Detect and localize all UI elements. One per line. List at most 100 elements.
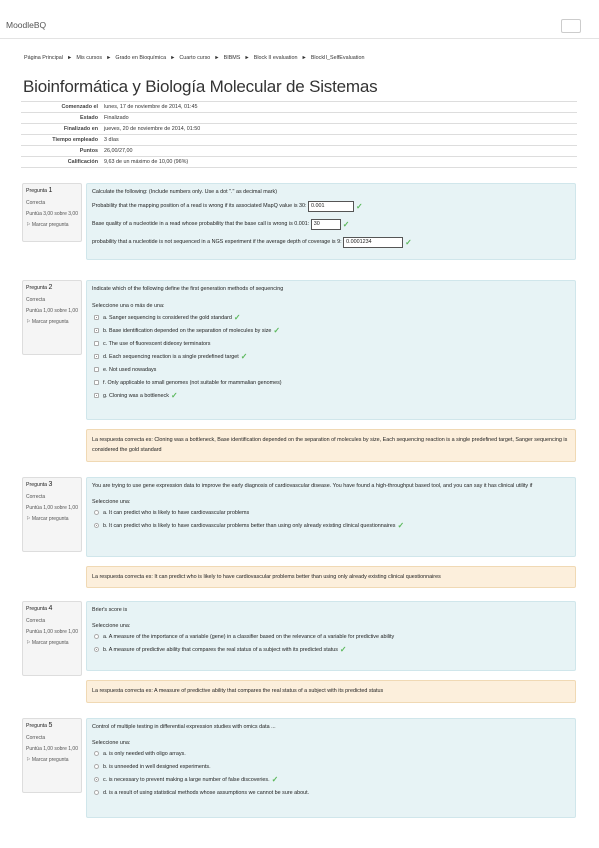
summary-row: Calificación 9,63 de un máximo de 10,00 (… <box>21 156 577 168</box>
checkbox[interactable] <box>94 380 99 385</box>
breadcrumb-degree[interactable]: Grado en Bioquímica <box>115 55 166 61</box>
summary-label: Calificación <box>21 156 101 168</box>
question-1-info: Pregunta 1 Correcta Puntúa 3,00 sobre 3,… <box>22 183 82 242</box>
correct-check-icon: ✓ <box>233 313 241 322</box>
answer-option[interactable]: d. Each sequencing reaction is a single … <box>92 350 570 363</box>
question-text: Control of multiple testing in different… <box>92 724 276 730</box>
question-text: Calculate the following: (Include number… <box>92 189 277 195</box>
flag-icon: ⚐ <box>26 757 31 763</box>
flag-icon: ⚐ <box>26 640 31 646</box>
checkbox[interactable] <box>94 315 99 320</box>
breadcrumb-year[interactable]: Cuarto curso <box>179 55 210 61</box>
question-2-content: Indicate which of the following define t… <box>86 280 576 420</box>
radio-button[interactable] <box>94 634 99 639</box>
answer-option[interactable]: b. is unneeded in well designed experime… <box>92 760 570 773</box>
answer-option[interactable]: a. Sanger sequencing is considered the g… <box>92 311 570 324</box>
question-text: You are trying to use gene expression da… <box>92 483 533 489</box>
correct-check-icon: ✓ <box>397 521 405 530</box>
flag-question-link[interactable]: ⚐ Marcar pregunta <box>26 640 78 647</box>
radio-button[interactable] <box>94 647 99 652</box>
correct-check-icon: ✓ <box>240 352 248 361</box>
question-4-info: Pregunta 4 Correcta Puntúa 1,00 sobre 1,… <box>22 601 82 676</box>
summary-value: jueves, 20 de noviembre de 2014, 01:50 <box>101 123 577 135</box>
flag-icon: ⚐ <box>26 319 31 325</box>
answer-option[interactable]: a. is only needed with oligo arrays. <box>92 747 570 760</box>
question-5-info: Pregunta 5 Correcta Puntúa 1,00 sobre 1,… <box>22 718 82 793</box>
question-grade: Puntúa 1,00 sobre 1,00 <box>26 308 78 314</box>
question-number: Pregunta 1 <box>26 187 53 194</box>
subquestion: Probability that the mapping position of… <box>92 200 363 212</box>
breadcrumb-home[interactable]: Página Principal <box>24 55 63 61</box>
summary-row: Estado Finalizado <box>21 112 577 124</box>
answer-option[interactable]: g. Cloning was a bottleneck ✓ <box>92 389 570 402</box>
answer-option[interactable]: e. Not used nowadays <box>92 363 570 376</box>
page-title: Bioinformática y Biología Molecular de S… <box>23 77 378 96</box>
checkbox[interactable] <box>94 393 99 398</box>
answer-option[interactable]: f. Only applicable to small genomes (not… <box>92 376 570 389</box>
subquestion: probability that a nucleotide is not seq… <box>92 236 412 248</box>
breadcrumb-separator-icon: ► <box>244 55 250 61</box>
flag-question-link[interactable]: ⚐ Marcar pregunta <box>26 516 78 523</box>
summary-label: Estado <box>21 112 101 124</box>
answer-option[interactable]: c. is necessary to prevent making a larg… <box>92 773 570 786</box>
breadcrumb-my-courses[interactable]: Mis cursos <box>76 55 102 61</box>
radio-button[interactable] <box>94 764 99 769</box>
summary-row: Puntos 26,00/27,00 <box>21 145 577 157</box>
answer-option[interactable]: d. is a result of using statistical meth… <box>92 786 570 799</box>
answer-prompt: Seleccione una: <box>92 623 131 629</box>
question-grade: Puntúa 1,00 sobre 1,00 <box>26 629 78 635</box>
flag-question-link[interactable]: ⚐ Marcar pregunta <box>26 319 78 326</box>
radio-button[interactable] <box>94 510 99 515</box>
breadcrumb-course[interactable]: BIBMS <box>224 55 241 61</box>
attempt-summary-table: Comenzado el lunes, 17 de noviembre de 20… <box>21 101 577 168</box>
radio-button[interactable] <box>94 790 99 795</box>
breadcrumb-section[interactable]: Block II evaluation <box>254 55 298 61</box>
breadcrumb: Página Principal ► Mis cursos ► Grado en Bio… <box>24 55 364 61</box>
question-status: Correcta <box>26 735 46 741</box>
answer-input[interactable]: 0.001 <box>308 200 355 212</box>
breadcrumb-separator-icon: ► <box>106 55 112 61</box>
flag-icon: ⚐ <box>26 222 31 228</box>
radio-button[interactable] <box>94 751 99 756</box>
breadcrumb-separator-icon: ► <box>301 55 307 61</box>
question-grade: Puntúa 3,00 sobre 3,00 <box>26 211 78 217</box>
summary-value: Finalizado <box>101 112 577 124</box>
answer-option[interactable]: b. A measure of predictive ability that … <box>92 643 570 656</box>
answer-option[interactable]: b. Base identification depended on the s… <box>92 324 570 337</box>
summary-value: 3 días <box>101 134 577 146</box>
question-status: Correcta <box>26 200 46 206</box>
answer-option[interactable]: a. A measure of the importance of a vari… <box>92 630 570 643</box>
summary-row: Finalizado en jueves, 20 de noviembre de … <box>21 123 577 135</box>
question-text: Indicate which of the following define t… <box>92 286 284 292</box>
correct-check-icon: ✓ <box>339 645 347 654</box>
correct-check-icon: ✓ <box>342 219 350 229</box>
question-4-content: Brier's score is Seleccione una: a. A me… <box>86 601 576 671</box>
user-menu-button[interactable] <box>561 19 581 33</box>
question-2-feedback: La respuesta correcta es: Cloning was a … <box>86 429 576 462</box>
summary-value: lunes, 17 de noviembre de 2014, 01:45 <box>101 101 577 113</box>
summary-row: Comenzado el lunes, 17 de noviembre de 20… <box>21 101 577 113</box>
question-status: Correcta <box>26 297 46 303</box>
answer-option[interactable]: b. It can predict who is likely to have … <box>92 519 570 532</box>
answer-prompt: Seleccione una o más de una: <box>92 303 165 309</box>
answer-option[interactable]: a. It can predict who is likely to have … <box>92 506 570 519</box>
checkbox[interactable] <box>94 367 99 372</box>
answer-input[interactable]: 30 <box>310 218 341 230</box>
question-4-feedback: La respuesta correcta es: A measure of p… <box>86 680 576 703</box>
flag-question-link[interactable]: ⚐ Marcar pregunta <box>26 757 78 764</box>
answer-input[interactable]: 0.0001234 <box>343 236 404 248</box>
checkbox[interactable] <box>94 341 99 346</box>
summary-label: Puntos <box>21 145 101 157</box>
correct-check-icon: ✓ <box>170 391 178 400</box>
flag-question-link[interactable]: ⚐ Marcar pregunta <box>26 222 78 229</box>
summary-label: Comenzado el <box>21 101 101 113</box>
breadcrumb-quiz[interactable]: BlockII_SelfEvaluation <box>311 55 365 61</box>
answer-option[interactable]: c. The use of fluorescent dideoxy termin… <box>92 337 570 350</box>
question-number: Pregunta 3 <box>26 481 53 488</box>
checkbox[interactable] <box>94 328 99 333</box>
radio-button[interactable] <box>94 777 99 782</box>
checkbox[interactable] <box>94 354 99 359</box>
radio-button[interactable] <box>94 523 99 528</box>
summary-label: Finalizado en <box>21 123 101 135</box>
site-brand[interactable]: MoodleBQ <box>6 20 46 30</box>
